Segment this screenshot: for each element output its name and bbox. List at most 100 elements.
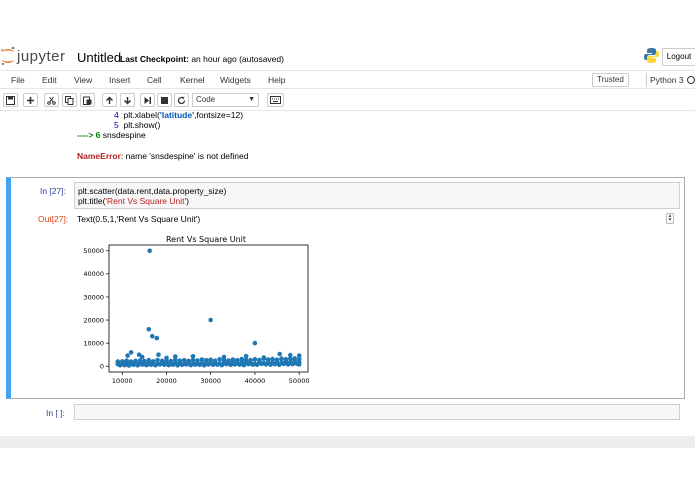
plus-icon xyxy=(27,96,34,104)
scatter-point xyxy=(230,359,236,364)
cell-in-prompt: In [27]: xyxy=(40,186,66,196)
kernel-name[interactable]: Python 3 xyxy=(650,75,684,85)
error-message: NameError: name 'snsdespine' is not defi… xyxy=(77,151,248,161)
scatter-point xyxy=(248,359,253,364)
trusted-indicator[interactable]: Trusted xyxy=(592,73,629,87)
scatter-point xyxy=(154,335,160,341)
scatter-point xyxy=(265,358,271,364)
error-text: : name 'snsdespine' is not defined xyxy=(120,151,249,161)
scatter-point xyxy=(150,333,155,339)
cell-type-select[interactable]: Code ▼ xyxy=(192,93,259,107)
scatter-point xyxy=(124,360,129,365)
scatter-point xyxy=(252,340,258,346)
toolbar: Code ▼ xyxy=(0,89,695,111)
copy-button[interactable] xyxy=(62,93,77,107)
command-palette-button[interactable] xyxy=(267,93,284,107)
x-tick-label: 30000 xyxy=(200,377,221,385)
menu-cell[interactable]: Cell xyxy=(147,75,162,85)
copy-icon xyxy=(65,95,74,105)
logout-button[interactable]: Logout xyxy=(662,48,695,66)
menu-help[interactable]: Help xyxy=(268,75,285,85)
output-scroll-toggle[interactable]: ▲ ▼ xyxy=(666,213,674,224)
traceback-code: snsdespine xyxy=(102,130,146,140)
autosave-status: (autosaved) xyxy=(239,54,284,64)
scatter-point xyxy=(150,359,156,365)
traceback-code-rest: ,fontsize=12) xyxy=(194,110,244,120)
cut-button[interactable] xyxy=(44,93,59,107)
scatter-point xyxy=(156,352,161,357)
kernel-separator xyxy=(646,73,647,87)
traceback-string: 'latitude' xyxy=(159,110,195,120)
checkpoint-label: Last Checkpoint: xyxy=(120,54,189,64)
y-tick-label: 30000 xyxy=(83,293,104,301)
cell-type-value: Code xyxy=(196,95,216,104)
save-button[interactable] xyxy=(3,93,18,107)
header: jupyter Untitled Last Checkpoint: an hou… xyxy=(0,0,695,70)
page-footer-area xyxy=(0,448,695,494)
code-string: 'Rent Vs Square Unit' xyxy=(105,196,187,206)
scatter-point xyxy=(208,317,213,323)
menu-edit[interactable]: Edit xyxy=(42,75,57,85)
empty-cell-editor[interactable] xyxy=(74,404,680,420)
menu-insert[interactable]: Insert xyxy=(109,75,130,85)
arrow-down-icon xyxy=(123,96,132,105)
insert-cell-button[interactable] xyxy=(23,93,38,107)
save-icon xyxy=(6,95,15,105)
scatter-point xyxy=(204,359,209,364)
scatter-point xyxy=(283,358,289,364)
notebook-title[interactable]: Untitled xyxy=(77,50,121,65)
scatter-point xyxy=(195,359,200,365)
traceback-line-5: 5 plt.show() xyxy=(114,120,160,130)
traceback-line-number: 5 xyxy=(114,120,119,130)
scatter-point xyxy=(142,360,147,365)
scatter-point xyxy=(146,327,152,332)
code-line-2: plt.title('Rent Vs Square Unit') xyxy=(78,196,189,206)
scatter-point xyxy=(241,362,247,368)
scatter-point xyxy=(239,358,244,364)
scatter-point xyxy=(257,358,262,364)
scatter-point xyxy=(159,359,165,365)
cut-icon xyxy=(47,96,56,105)
scatter-point xyxy=(277,362,282,368)
scatter-point xyxy=(125,353,130,358)
x-tick-label: 10000 xyxy=(112,377,133,385)
refresh-icon xyxy=(177,96,186,104)
scatter-plot: Rent Vs Square Unit 10000 20000 30000 40000… xyxy=(83,235,309,385)
menu-widgets[interactable]: Widgets xyxy=(220,75,251,85)
move-up-button[interactable] xyxy=(102,93,117,107)
restart-button[interactable] xyxy=(174,93,189,107)
keyboard-icon xyxy=(270,96,281,104)
scatter-point xyxy=(115,360,121,365)
scatter-point xyxy=(254,362,260,368)
code-line-1: plt.scatter(data.rent,data.property_size… xyxy=(78,186,227,196)
menu-kernel[interactable]: Kernel xyxy=(180,75,205,85)
jupyter-logo-icon[interactable] xyxy=(0,46,16,66)
y-tick-label: 10000 xyxy=(83,339,104,347)
scatter-point xyxy=(212,359,218,365)
scatter-point xyxy=(168,360,174,365)
scatter-point xyxy=(177,359,183,365)
y-tick-label: 20000 xyxy=(83,316,104,324)
x-tick-label: 40000 xyxy=(245,377,266,385)
y-tick-label: 40000 xyxy=(83,270,104,278)
checkpoint-status: Last Checkpoint: an hour ago (autosaved) xyxy=(120,54,284,64)
paste-icon xyxy=(83,96,92,105)
scatter-point xyxy=(147,248,152,254)
kernel-idle-icon xyxy=(687,76,695,84)
chart-title: Rent Vs Square Unit xyxy=(166,235,246,244)
paste-button[interactable] xyxy=(80,93,95,107)
scatter-point xyxy=(292,358,297,363)
jupyter-wordmark[interactable]: jupyter xyxy=(17,48,66,65)
run-button[interactable] xyxy=(140,93,155,107)
menu-view[interactable]: View xyxy=(74,75,92,85)
checkpoint-time: an hour ago xyxy=(191,54,237,64)
stop-icon xyxy=(161,96,168,104)
cell-output-text: Text(0.5,1,'Rent Vs Square Unit') xyxy=(77,214,201,224)
move-down-button[interactable] xyxy=(120,93,135,107)
cell-out-prompt: Out[27]: xyxy=(38,214,69,224)
menu-file[interactable]: File xyxy=(11,75,25,85)
scatter-point xyxy=(252,357,258,362)
interrupt-button[interactable] xyxy=(157,93,172,107)
code-paren: ) xyxy=(186,196,189,206)
notebook-bottom-gutter xyxy=(0,436,695,448)
